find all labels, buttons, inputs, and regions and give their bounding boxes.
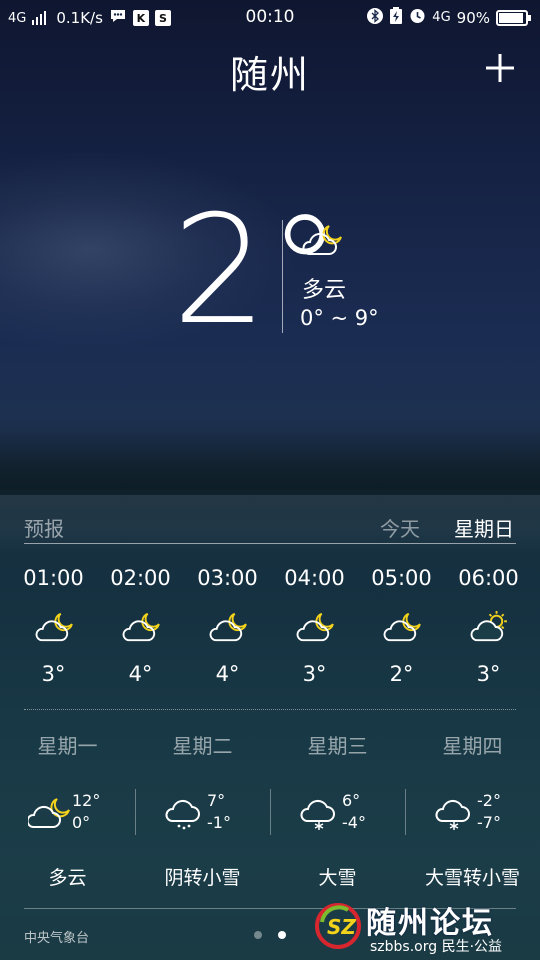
hour-temp: 3° — [41, 662, 66, 686]
forecast-header: 预报 今天 星期日 — [24, 510, 516, 544]
day-condition: 大雪转小雪 — [424, 867, 520, 889]
data-source: 中央气象台 — [24, 931, 90, 946]
day-high: -2° — [477, 791, 501, 810]
section-divider — [24, 709, 516, 710]
status-bar: 4G 0.1K/s K S 00:10 4G 90% — [0, 0, 540, 36]
forecast-title: 预报 — [24, 517, 64, 541]
day-cell: 12° 0° — [0, 789, 135, 839]
hour-time: 03:00 — [197, 566, 258, 590]
current-divider — [282, 220, 283, 333]
hour-item: 05:00 2° — [358, 566, 445, 686]
current-range: 0° ~ 9° — [300, 306, 379, 330]
day-cell: -2° -7° — [405, 789, 540, 839]
hour-item: 03:00 4° — [184, 566, 271, 686]
day-name: 星期四 — [442, 734, 503, 758]
tab-today[interactable]: 今天 — [380, 513, 420, 542]
network-type-right: 4G — [432, 10, 451, 25]
hour-time: 01:00 — [23, 566, 84, 590]
hour-temp: 3° — [476, 662, 501, 686]
cloudy-night-icon — [119, 610, 163, 644]
hour-item: 06:00 3° — [445, 566, 532, 686]
day-condition: 阴转小雪 — [164, 867, 241, 889]
page-indicator[interactable] — [254, 931, 286, 939]
day-high: 6° — [342, 791, 361, 810]
cloudy-night-icon — [26, 795, 72, 831]
day-conditions-row: 多云 阴转小雪 大雪 大雪转小雪 — [0, 863, 540, 890]
cloudy-night-icon — [32, 610, 76, 644]
day-low: 0° — [72, 813, 91, 832]
svg-text:SZ: SZ — [327, 915, 356, 939]
hour-time: 04:00 — [284, 566, 345, 590]
day-high: 7° — [207, 791, 226, 810]
hour-time: 06:00 — [458, 566, 519, 590]
day-low: -7° — [477, 813, 501, 832]
hour-item: 02:00 4° — [97, 566, 184, 686]
day-cell: 6° -4° — [270, 789, 405, 839]
hour-time: 05:00 — [371, 566, 432, 590]
cloudy-night-icon — [380, 610, 424, 644]
day-high: 12° — [72, 791, 101, 810]
cloudy-day-icon — [467, 610, 511, 644]
battery-charging-icon — [389, 7, 403, 28]
forum-subtitle: szbbs.org 民生·公益 — [370, 939, 503, 955]
day-low: -4° — [342, 813, 366, 832]
plus-icon — [486, 54, 514, 82]
page-dot-active[interactable] — [278, 931, 286, 939]
forum-logo-icon: SZ — [314, 902, 362, 950]
status-right: 4G 90% — [367, 7, 531, 28]
day-low: -1° — [207, 813, 231, 832]
cloudy-night-icon — [293, 610, 337, 644]
day-cell: 7° -1° — [135, 789, 270, 839]
hourly-forecast: 01:00 3° 02:00 4° 03:00 4° 04:00 3° 05:0… — [10, 566, 532, 686]
hour-item: 04:00 3° — [271, 566, 358, 686]
battery-percent: 90% — [456, 8, 490, 27]
day-temps-row: 12° 0° 7° -1° 6° -4° -2° -7° — [0, 789, 540, 849]
daily-forecast: 星期一 星期二 星期三 星期四 12° 0° 7° -1° 6° -4° -2°… — [0, 730, 540, 890]
day-name: 星期三 — [307, 734, 368, 758]
light-snow-icon — [163, 795, 207, 831]
hour-temp: 3° — [302, 662, 327, 686]
day-name: 星期一 — [37, 734, 98, 758]
heavy-snow-icon — [433, 795, 477, 831]
heavy-snow-icon — [298, 795, 342, 831]
hour-temp: 2° — [389, 662, 414, 686]
alarm-icon — [409, 7, 426, 28]
hour-time: 02:00 — [110, 566, 171, 590]
battery-icon — [496, 9, 531, 26]
day-names-row: 星期一 星期二 星期三 星期四 — [0, 730, 540, 759]
cloudy-night-icon — [206, 610, 250, 644]
hour-temp: 4° — [215, 662, 240, 686]
hour-temp: 4° — [128, 662, 153, 686]
hour-item: 01:00 3° — [10, 566, 97, 686]
add-city-button[interactable] — [484, 52, 516, 84]
day-name: 星期二 — [172, 734, 233, 758]
bluetooth-icon — [367, 7, 384, 28]
page-dot[interactable] — [254, 931, 262, 939]
current-condition: 多云 — [302, 278, 347, 303]
forum-watermark: SZ 随州论坛 szbbs.org 民生·公益 — [314, 896, 534, 956]
day-condition: 多云 — [48, 867, 87, 889]
city-title: 随州 — [229, 53, 310, 97]
day-condition: 大雪 — [318, 867, 357, 889]
cloudy-night-icon — [300, 222, 344, 258]
tab-sunday[interactable]: 星期日 — [454, 513, 514, 542]
